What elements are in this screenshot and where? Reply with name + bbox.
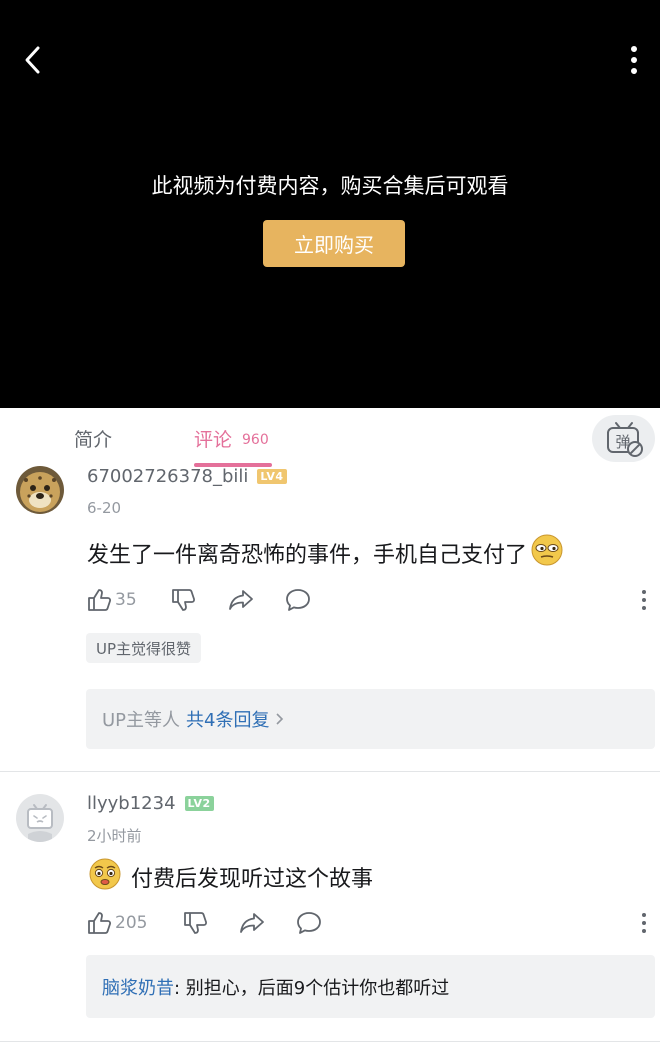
reply-button[interactable] (295, 908, 323, 938)
vertical-dots-icon (631, 46, 637, 74)
comment-text: 发生了一件离奇恐怖的事件，手机自己支付了 (87, 534, 567, 572)
comment-username[interactable]: llyyb1234 LV2 (87, 793, 214, 814)
share-button[interactable] (227, 585, 255, 615)
like-button[interactable]: 205 (86, 908, 147, 938)
paywall-message: 此视频为付费内容，购买合集后可观看 (151, 174, 509, 198)
tab-intro-label: 简介 (74, 428, 113, 451)
share-button[interactable] (238, 908, 266, 938)
username-text: 67002726378_bili (87, 466, 249, 487)
vertical-dots-icon (642, 590, 646, 610)
username-text: llyyb1234 (87, 793, 176, 814)
comment-divider (0, 1041, 660, 1042)
sub-reply[interactable]: 脑浆奶昔 : 别担心，后面9个估计你也都听过 (86, 955, 655, 1018)
like-count: 205 (115, 913, 148, 933)
buy-now-button[interactable]: 立即购买 (263, 220, 405, 267)
default-tv-avatar-image (16, 794, 64, 842)
share-arrow-icon (229, 590, 253, 610)
chevron-right-icon (276, 713, 284, 725)
thumbs-up-icon (88, 912, 112, 934)
vertical-dots-icon (642, 913, 646, 933)
comment-actions: 205 (86, 908, 656, 938)
level-badge: LV2 (184, 796, 214, 811)
thumbs-up-icon (88, 589, 112, 611)
danmaku-toggle-button[interactable]: 弹 (592, 415, 655, 462)
comment-more-button[interactable] (634, 585, 654, 615)
dislike-button[interactable] (170, 585, 196, 615)
reply-button[interactable] (284, 585, 312, 615)
comments-count: 960 (242, 432, 269, 448)
avatar[interactable] (16, 466, 64, 514)
comment-actions: 35 (86, 585, 656, 615)
comment-text: 付费后发现听过这个故事 (89, 858, 373, 896)
comment-bubble-icon (286, 589, 310, 611)
thumbs-down-icon (184, 912, 208, 934)
view-replies-link[interactable]: 共4条回复 (186, 706, 284, 732)
tab-intro[interactable]: 简介 (74, 408, 112, 468)
worried-face-emoji-icon (89, 858, 121, 896)
doge-squint-emoji-icon (531, 534, 563, 572)
comment-item: 67002726378_bili LV4 6-20 发生了一件离奇恐怖的事件，手… (0, 466, 660, 772)
comment-text-body: 发生了一件离奇恐怖的事件，手机自己支付了 (87, 543, 528, 568)
like-count: 35 (115, 590, 137, 610)
danmaku-off-icon: 弹 (606, 421, 643, 457)
comment-more-button[interactable] (634, 908, 654, 938)
share-arrow-icon (240, 913, 264, 933)
back-button[interactable] (16, 42, 48, 78)
comment-item: llyyb1234 LV2 2小时前 付费后发现听过这个故事 205 脑浆奶昔 … (0, 772, 660, 1048)
comment-date: 6-20 (87, 499, 122, 517)
comment-text-body: 付费后发现听过这个故事 (131, 867, 374, 892)
sub-reply-username[interactable]: 脑浆奶昔 (102, 974, 174, 1000)
level-badge: LV4 (257, 469, 287, 484)
tab-bar: 简介 评论 960 弹 (0, 408, 660, 468)
more-options-button[interactable] (618, 42, 650, 78)
comment-username[interactable]: 67002726378_bili LV4 (87, 466, 287, 487)
comment-date: 2小时前 (87, 827, 142, 845)
replies-who: UP主等人 (102, 710, 181, 731)
chevron-left-icon (25, 46, 40, 74)
dislike-button[interactable] (182, 908, 208, 938)
tab-comments[interactable]: 评论 960 (194, 408, 269, 468)
cheetah-avatar-image (16, 466, 64, 514)
video-player: 此视频为付费内容，购买合集后可观看 立即购买 (0, 0, 660, 408)
thumbs-down-icon (172, 589, 196, 611)
sub-reply-text: : 别担心，后面9个估计你也都听过 (174, 977, 450, 999)
like-button[interactable]: 35 (86, 585, 137, 615)
view-replies-label: 共4条回复 (186, 710, 270, 731)
comment-bubble-icon (297, 912, 321, 934)
avatar[interactable] (16, 794, 64, 842)
tab-comments-label: 评论 (194, 428, 233, 451)
up-liked-tag: UP主觉得很赞 (86, 633, 202, 663)
replies-preview[interactable]: UP主等人 共4条回复 (86, 689, 655, 749)
